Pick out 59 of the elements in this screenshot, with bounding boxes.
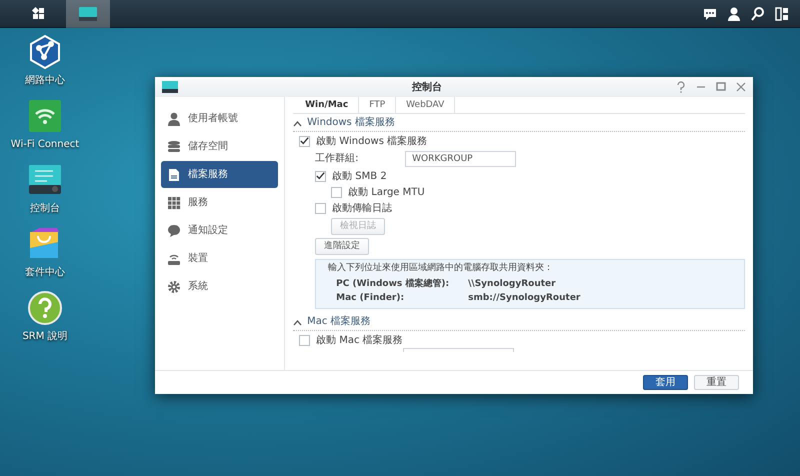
reset-button[interactable]: 重置 [694,375,739,390]
field-label: 工作群組: [315,152,360,166]
desktop-icon-label[interactable]: 網路中心 [25,73,65,88]
workgroup-field[interactable]: WORKGROUP [405,150,516,166]
main-menu-icon [30,6,46,21]
desktop-icon-label[interactable]: 控制台 [30,201,60,216]
checkbox[interactable] [299,136,310,146]
tab[interactable]: FTP [359,97,396,113]
sidebar-item[interactable]: 通知設定 [161,217,278,244]
wifi-app-icon[interactable] [27,98,63,134]
checkbox[interactable] [331,186,342,198]
input-field[interactable] [403,348,514,352]
user-icon[interactable] [726,6,742,22]
sidebar-item[interactable]: 服務 [161,189,278,216]
chat-icon [167,224,181,238]
checkbox-label: 啟動 SMB 2 [332,170,387,184]
database-icon [167,140,181,154]
desktop-icon-label[interactable]: SRM 說明 [22,329,68,344]
chevron-up-icon[interactable] [293,120,302,126]
network-app-icon[interactable] [27,34,63,70]
apply-button[interactable]: 套用 [643,375,688,390]
address-value: smb://SynologyRouter [468,292,580,305]
window-title: 控制台 [410,80,443,94]
grid-icon [167,196,181,210]
tab[interactable]: Win/Mac [295,97,360,113]
desktop-icon-label[interactable]: Wi-Fi Connect [10,137,80,152]
search-icon[interactable] [750,6,766,22]
sidebar-item[interactable]: 裝置 [161,245,278,272]
checkbox[interactable] [315,170,326,182]
widgets-icon[interactable] [774,6,790,22]
maximize-icon[interactable] [715,81,727,93]
section-title: Mac 檔案服務 [307,316,371,328]
tab[interactable]: WebDAV [396,97,456,113]
address-label: PC (Windows 檔案總管): [336,278,450,291]
gear-icon [167,280,181,294]
checkbox-label: 啟動 Large MTU [348,186,425,200]
help-app-icon[interactable] [27,290,63,326]
user-icon [167,112,181,126]
control-panel-icon [161,80,179,94]
close-icon[interactable] [735,81,747,93]
help-icon[interactable] [675,81,687,93]
checkbox-label: 啟動 Mac 檔案服務 [316,334,403,348]
checkbox-label: 啟動傳輸日誌 [332,202,392,216]
file-icon [167,168,181,182]
chevron-up-icon[interactable] [293,318,302,326]
sidebar-item[interactable]: 使用者帳號 [161,105,278,132]
address-value: \\SynologyRouter [468,278,556,291]
info-text: 輸入下列位址來使用區域網路中的電腦存取共用資料夾： [328,262,554,274]
checkbox[interactable] [299,334,310,346]
sidebar-item[interactable]: 儲存空間 [161,133,278,160]
section-title: Windows 檔案服務 [307,117,395,129]
desktop-icon-label[interactable]: 套件中心 [25,265,65,280]
advanced-settings-button[interactable]: 進階設定 [315,238,370,254]
address-label: Mac (Finder): [336,292,406,305]
checkbox-label: 啟動 Windows 檔案服務 [316,134,428,148]
control-panel-icon [78,6,98,22]
sidebar-item[interactable]: 系統 [161,273,278,300]
checkbox[interactable] [315,202,326,214]
sidebar-item[interactable]: 檔案服務 [161,161,278,188]
